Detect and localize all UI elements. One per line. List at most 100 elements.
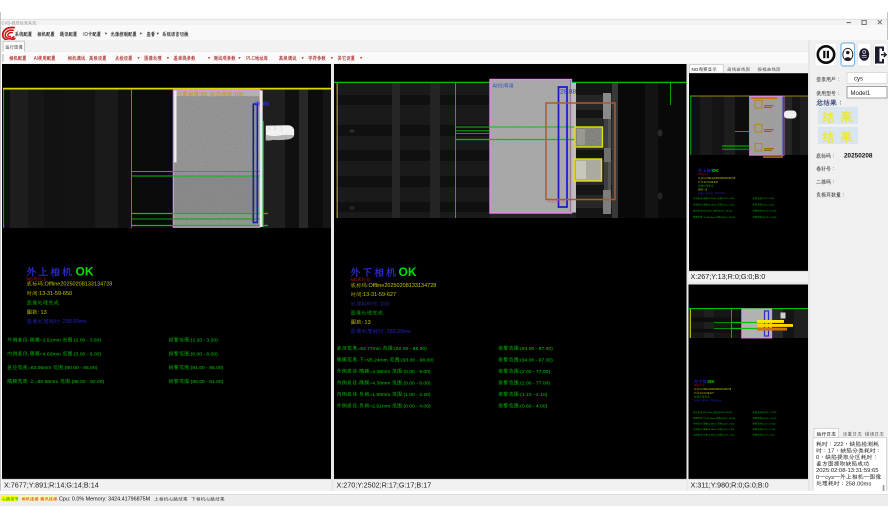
- svg-text::(3.00 - 6.00): :(3.00 - 6.00): [722, 204, 734, 206]
- svg-text:NG: NG: [698, 173, 702, 176]
- svg-text:PLC: PLC: [246, 56, 255, 63]
- svg-text:=4.38mm: =4.38mm: [369, 380, 390, 386]
- svg-text::Offline20250208133134728: :Offline20250208133134728: [702, 389, 732, 391]
- svg-text::0: :0: [366, 277, 370, 282]
- svg-text:=4.60mm: =4.60mm: [40, 351, 61, 357]
- svg-text:=4.38mm: =4.38mm: [708, 429, 717, 431]
- svg-text:X:267;Y:13;R:0;G:0;B:0: X:267;Y:13;R:0;G:0;B:0: [691, 272, 766, 281]
- svg-text::(3.00 - 6.00): :(3.00 - 6.00): [73, 351, 102, 357]
- svg-text::(0.00 - 9.00): :(0.00 - 9.00): [402, 380, 431, 386]
- svg-text:AI: AI: [34, 56, 38, 63]
- svg-text::(0.00 - 9.00): :(0.00 - 9.00): [722, 429, 734, 431]
- svg-text:X:311;Y:980;R:0;G:0;B:0: X:311;Y:980;R:0;G:0;B:0: [691, 480, 769, 489]
- svg-text:: 13: : 13: [362, 320, 371, 326]
- svg-text::(2.00 - 3.50): :(2.00 - 3.50): [73, 338, 102, 344]
- svg-text::13-31-59-627: :13-31-59-627: [362, 292, 397, 298]
- svg-text::(89.00 - 91.00): :(89.00 - 91.00): [189, 379, 223, 385]
- svg-text:AI: AI: [493, 83, 498, 89]
- svg-text::(2.20 - 3.20): :(2.20 - 3.20): [189, 338, 218, 344]
- svg-text::(1.10 - 2.10): :(1.10 - 2.10): [519, 392, 548, 398]
- svg-text:=2.61mm: =2.61mm: [369, 403, 390, 409]
- svg-text:NG: NG: [27, 276, 34, 281]
- svg-text::(0.00 - 9.00): :(0.00 - 9.00): [402, 369, 431, 375]
- svg-text::(82.00 - 88.00): :(82.00 - 88.00): [718, 412, 733, 414]
- svg-text:cys: cys: [825, 475, 834, 481]
- svg-text:=90.56mm: =90.56mm: [706, 217, 716, 219]
- svg-text::(94.00 - 97.00): :(94.00 - 97.00): [762, 418, 777, 420]
- svg-text:: 183.00ms: : 183.00ms: [384, 329, 411, 335]
- svg-text::(0.00 - 8.00): :(0.00 - 8.00): [762, 204, 774, 206]
- svg-text:AI: AI: [744, 311, 747, 315]
- svg-text:258.00ms: 258.00ms: [846, 481, 872, 487]
- svg-text:IO: IO: [83, 32, 88, 39]
- svg-text::(81.00 - 85.00): :(81.00 - 85.00): [189, 365, 223, 371]
- svg-text::(93.00 - 98.00): :(93.00 - 98.00): [721, 418, 736, 420]
- svg-text::(80.00 - 86.00): :(80.00 - 86.00): [63, 365, 97, 371]
- svg-text:20250208: 20250208: [844, 153, 873, 160]
- svg-text::(2.00 - 3.50): :(2.00 - 3.50): [722, 198, 734, 200]
- svg-text:: 168: : 168: [377, 301, 389, 307]
- svg-text::(1.10 - 2.10): :(1.10 - 2.10): [762, 435, 774, 437]
- svg-text::(83.00 - 87.00): :(83.00 - 87.00): [519, 346, 553, 352]
- svg-text::13-31-59-627: :13-31-59-627: [699, 393, 714, 395]
- svg-text:Model1: Model1: [851, 91, 871, 97]
- svg-text::(1.00 - 2.20): :(1.00 - 2.20): [722, 435, 734, 437]
- svg-text::(2.00 - 77.00): :(2.00 - 77.00): [762, 423, 776, 425]
- svg-text:NG: NG: [351, 277, 358, 282]
- svg-text::(2.00 - 77.00): :(2.00 - 77.00): [762, 429, 776, 431]
- svg-text:=4.60mm: =4.60mm: [708, 204, 717, 206]
- svg-text:: 258.00ms: : 258.00ms: [714, 193, 726, 195]
- svg-text:NG: NG: [692, 67, 699, 72]
- svg-text::(94.00 - 97.00): :(94.00 - 97.00): [519, 357, 553, 363]
- svg-text::93,: :93,: [199, 92, 209, 98]
- svg-text::Offline20250208133134728: :Offline20250208133134728: [706, 178, 736, 180]
- svg-text:=83.77mm: =83.77mm: [702, 412, 712, 414]
- svg-text:222: 222: [834, 442, 844, 448]
- svg-text::(93.00 - 98.00): :(93.00 - 98.00): [400, 357, 434, 363]
- svg-text:=4.38mm: =4.38mm: [369, 369, 390, 375]
- svg-text:=95.24mm: =95.24mm: [364, 357, 388, 363]
- svg-text::(2.00 - 77.00): :(2.00 - 77.00): [519, 369, 551, 375]
- svg-text:OK: OK: [712, 168, 719, 173]
- svg-text:cys: cys: [854, 77, 863, 83]
- svg-text:: 258.00ms: : 258.00ms: [60, 319, 87, 325]
- svg-text:OK: OK: [76, 265, 94, 279]
- svg-text::(0.00 - 8.00): :(0.00 - 8.00): [189, 351, 218, 357]
- svg-text::(82.00 - 88.00): :(82.00 - 88.00): [393, 346, 427, 352]
- svg-text:X:270;Y:2502;R:17;G:17;B:17: X:270;Y:2502;R:17;G:17;B:17: [337, 480, 432, 489]
- svg-text:CVS-: CVS-: [2, 20, 12, 25]
- svg-text:=2.91mm: =2.91mm: [708, 198, 717, 200]
- svg-text::(0.00 - 9.00): :(0.00 - 9.00): [722, 423, 734, 425]
- svg-text:=83.05mm: =83.05mm: [702, 211, 712, 213]
- svg-text::Offline20250208133134728: :Offline20250208133134728: [367, 283, 436, 289]
- svg-text:2025:02:08-13:31:59:65: 2025:02:08-13:31:59:65: [816, 468, 879, 474]
- svg-text:AI: AI: [548, 200, 551, 204]
- svg-text::100: :100: [232, 92, 243, 98]
- svg-text::(81.00 - 85.00): :(81.00 - 85.00): [762, 211, 777, 213]
- svg-text::(1.00 - 2.20): :(1.00 - 2.20): [402, 392, 431, 398]
- svg-text::Offline20250208133134728: :Offline20250208133134728: [43, 282, 112, 288]
- svg-text:OK: OK: [399, 265, 417, 279]
- svg-text:=1.90mm: =1.90mm: [708, 435, 717, 437]
- svg-text::(2.20 - 3.20): :(2.20 - 3.20): [762, 198, 774, 200]
- svg-text:NG: NG: [694, 384, 698, 387]
- svg-text::(0.60 - 4.00): :(0.60 - 4.00): [402, 403, 431, 409]
- svg-text::(0.60 - 4.00): :(0.60 - 4.00): [519, 403, 548, 409]
- svg-text::(2.00 - 77.00): :(2.00 - 77.00): [519, 380, 551, 386]
- svg-text::13-31-59-650: :13-31-59-650: [703, 182, 718, 184]
- svg-text:Cpu: 0.0% Memory: 3424.4179687: Cpu: 0.0% Memory: 3424.41796875M: [59, 497, 151, 503]
- svg-text::(80.00 - 86.00): :(80.00 - 86.00): [718, 211, 733, 213]
- svg-text::(88.00 - 92.00): :(88.00 - 92.00): [721, 217, 736, 219]
- svg-text::(83.00 - 87.00): :(83.00 - 87.00): [762, 412, 777, 414]
- svg-text:: 183.00ms: : 183.00ms: [710, 400, 722, 402]
- svg-text:: 13: : 13: [38, 310, 47, 316]
- svg-text:=83.77mm: =83.77mm: [357, 346, 381, 352]
- svg-text:=90.56mm: =90.56mm: [35, 379, 59, 385]
- svg-text::(89.00 - 91.00): :(89.00 - 91.00): [762, 217, 777, 219]
- svg-text:=4.38mm: =4.38mm: [708, 423, 717, 425]
- svg-text:X:7677;Y:891;R:14;G:14;B:14: X:7677;Y:891;R:14;G:14;B:14: [4, 480, 99, 489]
- svg-text:=95.24mm: =95.24mm: [706, 418, 716, 420]
- svg-text::(88.00 - 92.00): :(88.00 - 92.00): [70, 379, 104, 385]
- svg-text::13-31-59-650: :13-31-59-650: [38, 291, 73, 297]
- svg-text:AI: AI: [361, 301, 366, 307]
